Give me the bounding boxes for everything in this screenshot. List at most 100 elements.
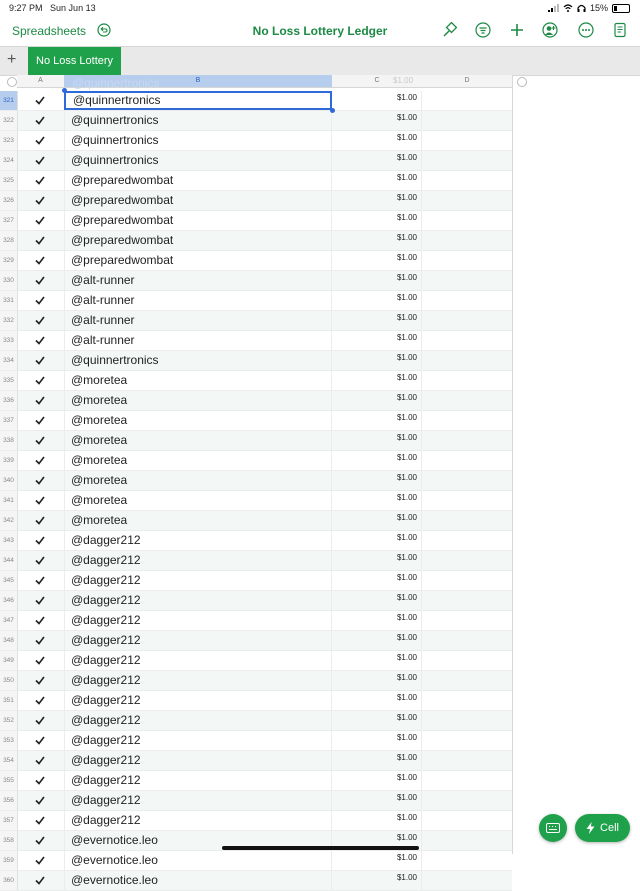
- empty-cell[interactable]: [422, 291, 512, 310]
- amount-cell[interactable]: $1.00: [332, 471, 422, 490]
- name-cell[interactable]: @dagger212: [64, 691, 332, 710]
- row-number[interactable]: 333: [0, 331, 18, 350]
- amount-cell[interactable]: $1.00: [332, 291, 422, 310]
- keyboard-button[interactable]: [539, 814, 567, 842]
- checkbox-cell[interactable]: [17, 771, 65, 790]
- row-number[interactable]: 340: [0, 471, 18, 490]
- row-number[interactable]: 329: [0, 251, 18, 270]
- sheet-tab[interactable]: No Loss Lottery: [28, 47, 122, 75]
- empty-cell[interactable]: [422, 671, 512, 690]
- amount-cell[interactable]: $1.00: [332, 631, 422, 650]
- more-options-icon[interactable]: [578, 22, 594, 38]
- document-icon[interactable]: [612, 22, 628, 38]
- checkmark-icon[interactable]: [35, 616, 45, 625]
- empty-cell[interactable]: [422, 771, 512, 790]
- checkmark-icon[interactable]: [35, 516, 45, 525]
- row-number[interactable]: 358: [0, 831, 18, 850]
- checkmark-icon[interactable]: [35, 316, 45, 325]
- selection-handle-bottom[interactable]: [330, 108, 335, 113]
- checkmark-icon[interactable]: [35, 416, 45, 425]
- empty-cell[interactable]: [422, 191, 512, 210]
- empty-cell[interactable]: [422, 211, 512, 230]
- row-number[interactable]: 357: [0, 811, 18, 830]
- row-number[interactable]: 339: [0, 451, 18, 470]
- name-cell[interactable]: @quinnertronics: [64, 151, 332, 170]
- name-cell[interactable]: @quinnertronics: [64, 91, 332, 110]
- name-cell[interactable]: @preparedwombat: [64, 251, 332, 270]
- amount-cell[interactable]: $1.00: [332, 511, 422, 530]
- checkmark-icon[interactable]: [35, 536, 45, 545]
- row-number[interactable]: 323: [0, 131, 18, 150]
- checkmark-icon[interactable]: [35, 816, 45, 825]
- name-cell[interactable]: @dagger212: [64, 711, 332, 730]
- checkmark-icon[interactable]: [35, 856, 45, 865]
- checkmark-icon[interactable]: [35, 456, 45, 465]
- row-number[interactable]: 343: [0, 531, 18, 550]
- checkbox-cell[interactable]: [17, 711, 65, 730]
- amount-cell[interactable]: $1.00: [332, 191, 422, 210]
- checkmark-icon[interactable]: [35, 436, 45, 445]
- amount-cell[interactable]: $1.00: [332, 351, 422, 370]
- checkmark-icon[interactable]: [35, 376, 45, 385]
- checkbox-cell[interactable]: [17, 691, 65, 710]
- amount-cell[interactable]: $1.00: [332, 671, 422, 690]
- empty-cell[interactable]: [422, 831, 512, 850]
- checkbox-cell[interactable]: [17, 151, 65, 170]
- empty-cell[interactable]: [422, 731, 512, 750]
- amount-cell[interactable]: $1.00: [332, 611, 422, 630]
- checkmark-icon[interactable]: [35, 156, 45, 165]
- checkmark-icon[interactable]: [35, 736, 45, 745]
- row-number[interactable]: 324: [0, 151, 18, 170]
- amount-cell[interactable]: $1.00: [332, 111, 422, 130]
- checkmark-icon[interactable]: [35, 576, 45, 585]
- amount-cell[interactable]: $1.00: [332, 91, 422, 110]
- row-number[interactable]: 356: [0, 791, 18, 810]
- amount-cell[interactable]: $1.00: [332, 331, 422, 350]
- row-number[interactable]: 326: [0, 191, 18, 210]
- row-number[interactable]: 325: [0, 171, 18, 190]
- empty-cell[interactable]: [422, 631, 512, 650]
- checkbox-cell[interactable]: [17, 751, 65, 770]
- name-cell[interactable]: @alt-runner: [64, 271, 332, 290]
- checkmark-icon[interactable]: [35, 796, 45, 805]
- name-cell[interactable]: @quinnertronics: [64, 111, 332, 130]
- name-cell[interactable]: @moretea: [64, 511, 332, 530]
- empty-cell[interactable]: [422, 471, 512, 490]
- checkmark-icon[interactable]: [35, 356, 45, 365]
- checkmark-icon[interactable]: [35, 276, 45, 285]
- empty-cell[interactable]: [422, 351, 512, 370]
- checkmark-icon[interactable]: [35, 696, 45, 705]
- row-number[interactable]: 332: [0, 311, 18, 330]
- collaborate-icon[interactable]: [542, 22, 558, 38]
- empty-cell[interactable]: [422, 131, 512, 150]
- amount-cell[interactable]: $1.00: [332, 431, 422, 450]
- checkmark-icon[interactable]: [35, 96, 45, 105]
- empty-cell[interactable]: [422, 691, 512, 710]
- amount-cell[interactable]: $1.00: [332, 591, 422, 610]
- row-number[interactable]: 350: [0, 671, 18, 690]
- checkbox-cell[interactable]: [17, 431, 65, 450]
- name-cell[interactable]: @dagger212: [64, 791, 332, 810]
- amount-cell[interactable]: $1.00: [332, 311, 422, 330]
- format-brush-icon[interactable]: [441, 22, 457, 38]
- amount-cell[interactable]: $1.00: [332, 771, 422, 790]
- add-column-handle[interactable]: [517, 77, 527, 87]
- empty-cell[interactable]: [422, 371, 512, 390]
- amount-cell[interactable]: $1.00: [332, 651, 422, 670]
- checkbox-cell[interactable]: [17, 871, 65, 890]
- name-cell[interactable]: @dagger212: [64, 811, 332, 830]
- empty-cell[interactable]: [422, 91, 512, 110]
- checkbox-cell[interactable]: [17, 571, 65, 590]
- empty-cell[interactable]: [422, 391, 512, 410]
- name-cell[interactable]: @alt-runner: [64, 311, 332, 330]
- empty-cell[interactable]: [422, 591, 512, 610]
- row-number[interactable]: 327: [0, 211, 18, 230]
- empty-cell[interactable]: [422, 751, 512, 770]
- checkbox-cell[interactable]: [17, 511, 65, 530]
- row-number[interactable]: 346: [0, 591, 18, 610]
- column-header-d[interactable]: D: [422, 75, 513, 88]
- empty-cell[interactable]: [422, 871, 512, 890]
- name-cell[interactable]: @dagger212: [64, 551, 332, 570]
- row-number[interactable]: 354: [0, 751, 18, 770]
- checkbox-cell[interactable]: [17, 671, 65, 690]
